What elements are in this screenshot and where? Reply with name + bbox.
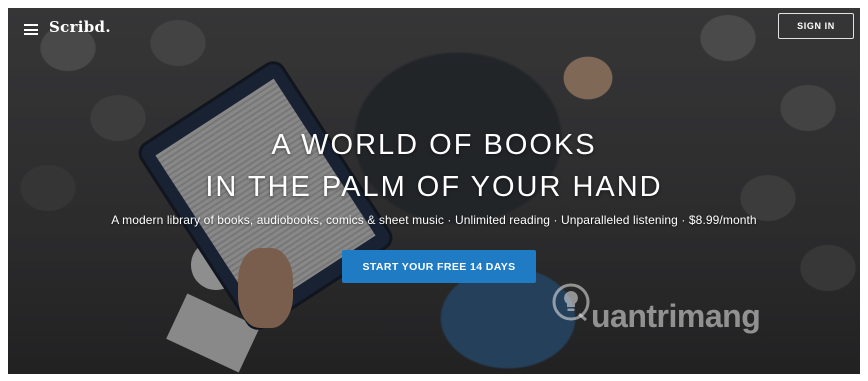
start-free-trial-button[interactable]: START YOUR FREE 14 DAYS <box>342 250 536 283</box>
hero-frame: Scribd. SIGN IN A WORLD OF BOOKS IN THE … <box>8 8 860 374</box>
menu-bar-middle <box>24 28 38 31</box>
watermark-text: uantrimang <box>591 298 761 334</box>
hamburger-menu-icon[interactable] <box>24 24 38 35</box>
sign-in-button[interactable]: SIGN IN <box>778 13 854 39</box>
scribd-logo[interactable]: Scribd. <box>49 18 111 36</box>
hero-subtitle: A modern library of books, audiobooks, c… <box>111 213 757 227</box>
headline-line-2: IN THE PALM OF YOUR HAND <box>205 171 663 203</box>
menu-bar-top <box>24 24 38 26</box>
watermark-logo-icon <box>552 283 590 322</box>
headline-line-1: A WORLD OF BOOKS <box>271 129 597 161</box>
menu-bar-bottom <box>24 33 38 35</box>
